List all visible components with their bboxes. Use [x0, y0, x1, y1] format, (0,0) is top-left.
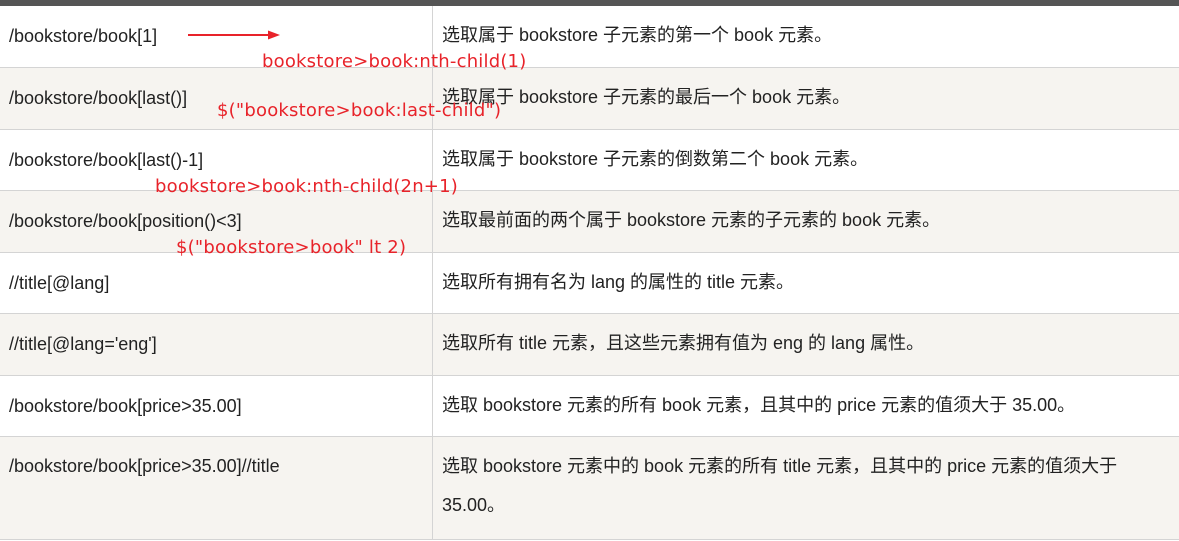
- description-cell: 选取所有 title 元素，且这些元素拥有值为 eng 的 lang 属性。: [442, 333, 925, 353]
- annotation-lt-2: $("bookstore>book" lt 2): [176, 237, 407, 258]
- table-row: /bookstore/book[1] 选取属于 bookstore 子元素的第一…: [0, 6, 1179, 68]
- expression-cell: /bookstore/book[price>35.00]//title: [0, 437, 433, 539]
- xpath-table: /bookstore/book[1] 选取属于 bookstore 子元素的第一…: [0, 6, 1179, 540]
- table-row: /bookstore/book[price>35.00] 选取 bookstor…: [0, 376, 1179, 437]
- red-arrow-icon: [188, 30, 280, 40]
- expression-cell: //title[@lang]: [0, 253, 433, 313]
- expression-cell: /bookstore/book[price>35.00]: [0, 376, 433, 436]
- annotation-nth-child-2n1: bookstore>book:nth-child(2n+1): [155, 176, 458, 197]
- description-cell: 选取属于 bookstore 子元素的第一个 book 元素。: [442, 25, 833, 45]
- description-cell: 选取 bookstore 元素的所有 book 元素，且其中的 price 元素…: [442, 395, 1076, 415]
- expression-cell: //title[@lang='eng']: [0, 314, 433, 375]
- description-cell: 选取属于 bookstore 子元素的倒数第二个 book 元素。: [442, 149, 869, 169]
- table-row: //title[@lang] 选取所有拥有名为 lang 的属性的 title …: [0, 253, 1179, 314]
- description-cell: 选取 bookstore 元素中的 book 元素的所有 title 元素，且其…: [442, 456, 1118, 515]
- description-cell: 选取所有拥有名为 lang 的属性的 title 元素。: [442, 272, 795, 292]
- table-row: //title[@lang='eng'] 选取所有 title 元素，且这些元素…: [0, 314, 1179, 376]
- table-row: /bookstore/book[price>35.00]//title 选取 b…: [0, 437, 1179, 540]
- description-cell: 选取属于 bookstore 子元素的最后一个 book 元素。: [442, 87, 851, 107]
- annotation-nth-child-1: bookstore>book:nth-child(1): [262, 51, 527, 72]
- annotation-last-child: $("bookstore>book:last-child"): [217, 100, 502, 121]
- table-row: /bookstore/book[last()] 选取属于 bookstore 子…: [0, 68, 1179, 130]
- description-cell: 选取最前面的两个属于 bookstore 元素的子元素的 book 元素。: [442, 210, 941, 230]
